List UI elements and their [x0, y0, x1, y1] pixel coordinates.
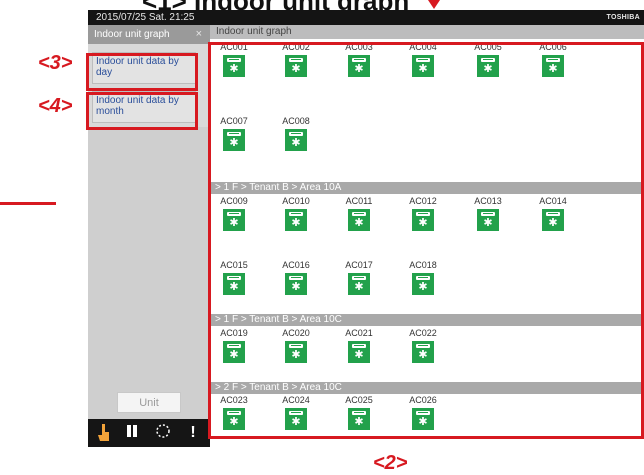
- highlight-box-4: [86, 92, 198, 130]
- highlight-box-2: [208, 42, 644, 439]
- callout-3: <3>: [38, 52, 73, 74]
- loading-circle-icon[interactable]: [153, 423, 173, 443]
- main-header: Indoor unit graph: [210, 25, 644, 39]
- bottom-icon-bar: !: [88, 419, 210, 447]
- status-bar: 2015/07/25 Sat. 21:25 TOSHIBA: [88, 10, 644, 25]
- close-icon[interactable]: ×: [196, 25, 202, 44]
- unit-button[interactable]: Unit: [117, 392, 181, 413]
- callout-line: [0, 202, 56, 205]
- datetime: 2015/07/25 Sat. 21:25: [96, 12, 195, 23]
- alert-icon[interactable]: !: [183, 423, 203, 443]
- callout-4: <4>: [38, 95, 73, 117]
- hand-pointer-icon[interactable]: [94, 423, 114, 443]
- sidebar-tab-title: Indoor unit graph: [94, 29, 170, 40]
- book-icon[interactable]: [122, 423, 142, 443]
- highlight-box-3: [86, 53, 198, 91]
- callout-2: <2>: [373, 452, 408, 474]
- brand-logo: TOSHIBA: [606, 14, 640, 21]
- arrow-down-icon: [428, 0, 440, 9]
- sidebar-tab[interactable]: Indoor unit graph ×: [88, 25, 210, 44]
